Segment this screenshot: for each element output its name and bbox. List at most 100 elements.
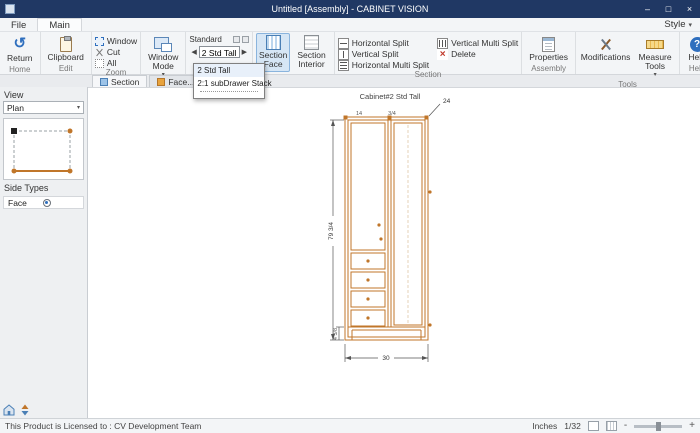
- view-select-value: Plan: [7, 102, 25, 113]
- help-button[interactable]: ? Help: [683, 33, 700, 64]
- help-icon: ?: [689, 37, 700, 52]
- license-text: This Product is Licensed to : CV Develop…: [5, 421, 202, 431]
- zoom-cut-label: Cut: [106, 47, 121, 57]
- section-interior-button[interactable]: Section Interior: [292, 33, 330, 72]
- ribbon-group-help: ? Help Help: [680, 32, 700, 74]
- drawer-stack[interactable]: [350, 252, 386, 327]
- joint-marker[interactable]: [424, 115, 429, 120]
- fit-view-icon[interactable]: [587, 421, 599, 431]
- modifications-button[interactable]: Modifications: [579, 33, 632, 64]
- zoom-all-icon: [94, 58, 104, 68]
- vertical-multi-split-label: Vertical Multi Split: [451, 38, 519, 48]
- vertical-multi-split-icon: [437, 37, 449, 49]
- drawing-canvas[interactable]: Cabinet#2 Std Tall 79 3/4 30 24 4 3/8 14…: [88, 87, 700, 418]
- units-label[interactable]: Inches: [532, 421, 557, 431]
- help-label: Help: [688, 52, 700, 62]
- style-label: Style: [664, 19, 686, 30]
- plan-corner-marker[interactable]: [67, 128, 73, 134]
- group-label-home: Home: [9, 65, 31, 75]
- next-style-button[interactable]: ▶: [240, 48, 249, 56]
- zoom-slider[interactable]: [634, 421, 683, 431]
- zoom-cut-button[interactable]: Cut: [95, 47, 137, 57]
- delete-button[interactable]: × Delete: [437, 48, 518, 60]
- joint-marker[interactable]: [387, 115, 392, 120]
- view-select[interactable]: Plan ▾: [3, 101, 84, 114]
- tab-main[interactable]: Main: [37, 18, 82, 31]
- drawer-knob: [366, 316, 370, 320]
- zoom-window-button[interactable]: Window: [94, 36, 138, 46]
- plan-origin-marker[interactable]: [11, 128, 17, 134]
- cabinet-elevation-drawing: Cabinet#2 Std Tall 79 3/4 30 24 4 3/8 14…: [328, 92, 451, 362]
- joint-marker[interactable]: [343, 115, 348, 120]
- ribbon-group-home: ↺ Return Home: [0, 32, 41, 74]
- titlebar: Untitled [Assembly] - CABINET VISION – □…: [0, 0, 700, 18]
- section-tab-label: Section: [111, 76, 140, 87]
- clipboard-label: Clipboard: [47, 52, 84, 62]
- sidebar: View Plan ▾ Side Types Face: [0, 87, 88, 418]
- horizontal-multi-split-label: Horizontal Multi Split: [351, 60, 430, 70]
- dropdown-resize-handle[interactable]: [200, 91, 259, 96]
- clipboard-button[interactable]: Clipboard: [44, 33, 88, 64]
- ribbon-group-tools: Modifications Measure Tools ▾ Tools: [576, 32, 681, 89]
- drawing-title: Cabinet#2 Std Tall: [360, 92, 421, 101]
- dimension-toe-kick: 4 3/8: [333, 326, 344, 340]
- style-list-icon[interactable]: [241, 36, 249, 43]
- face-radio-button[interactable]: [42, 198, 51, 207]
- measure-tools-button[interactable]: Measure Tools ▾: [634, 33, 676, 80]
- style-option[interactable]: 2 Std Tall: [194, 64, 265, 77]
- cabinet-divider[interactable]: [387, 119, 392, 328]
- chevron-down-icon: ▾: [76, 105, 80, 111]
- delete-icon: ×: [437, 48, 449, 60]
- window-mode-button[interactable]: Window Mode ▾: [144, 33, 182, 80]
- dimension-width: 30: [344, 344, 429, 362]
- ribbon-group-style-nav: Standard ◀ 2 Std Tall ▶ 2 Std Tall 2:1 s…: [186, 32, 272, 99]
- prev-style-button[interactable]: ◀: [189, 48, 198, 56]
- group-label-help: Help: [688, 64, 700, 74]
- horizontal-split-label: Horizontal Split: [351, 38, 409, 48]
- door-knob: [377, 223, 381, 227]
- style-dropdown-button[interactable]: Style ▾: [656, 18, 700, 31]
- current-style-combobox[interactable]: 2 Std Tall: [198, 46, 240, 58]
- group-label-edit: Edit: [58, 64, 73, 74]
- horizontal-split-button[interactable]: Horizontal Split: [337, 37, 429, 49]
- dim-top-left-text: 14: [356, 111, 362, 117]
- tab-file[interactable]: File: [0, 18, 37, 31]
- left-door[interactable]: [350, 122, 386, 251]
- view-panel-header: View: [4, 90, 24, 100]
- minimize-button[interactable]: –: [637, 0, 658, 18]
- cabinet-outline[interactable]: [343, 115, 429, 341]
- plan-preview[interactable]: [3, 118, 84, 180]
- zoom-all-button[interactable]: All: [94, 58, 137, 68]
- door-knob: [379, 237, 383, 241]
- grid-toggle-icon[interactable]: [605, 421, 617, 431]
- vertical-multi-split-button[interactable]: Vertical Multi Split: [437, 37, 519, 49]
- zoom-slider-thumb[interactable]: [656, 421, 662, 431]
- style-grid-icon[interactable]: [232, 36, 240, 43]
- properties-icon: [542, 37, 556, 52]
- zoom-in-button[interactable]: +: [689, 421, 695, 431]
- side-type-face-row[interactable]: Face: [3, 196, 84, 209]
- navigate-icon[interactable]: [19, 404, 31, 416]
- tab-section[interactable]: Section: [92, 75, 148, 87]
- close-button[interactable]: ×: [679, 0, 700, 18]
- ribbon-group-zoom: Window Cut All Zoom: [92, 32, 142, 77]
- properties-label: Properties: [529, 52, 569, 62]
- horizontal-multi-split-button[interactable]: Horizontal Multi Split: [337, 59, 430, 71]
- zoom-out-button[interactable]: -: [624, 421, 627, 431]
- horizontal-split-icon: [337, 37, 349, 49]
- home-icon[interactable]: [3, 404, 15, 416]
- maximize-button[interactable]: □: [658, 0, 679, 18]
- properties-button[interactable]: Properties: [525, 33, 572, 64]
- right-door[interactable]: [393, 122, 432, 327]
- vertical-split-button[interactable]: Vertical Split: [337, 48, 429, 60]
- dimension-height: 79 3/4: [328, 119, 344, 341]
- vertical-split-label: Vertical Split: [351, 49, 399, 59]
- horizontal-multi-split-icon: [337, 59, 349, 71]
- statusbar: This Product is Licensed to : CV Develop…: [0, 418, 700, 433]
- ribbon-tab-row: File Main Style ▾: [0, 18, 700, 32]
- ribbon: ↺ Return Home Clipboard Edit Window Cut …: [0, 32, 700, 99]
- return-button[interactable]: ↺ Return: [3, 33, 37, 65]
- scale-label[interactable]: 1/32: [564, 421, 581, 431]
- style-option[interactable]: 2:1 subDrawer Stack: [194, 77, 271, 90]
- zoom-window-label: Window: [106, 36, 138, 46]
